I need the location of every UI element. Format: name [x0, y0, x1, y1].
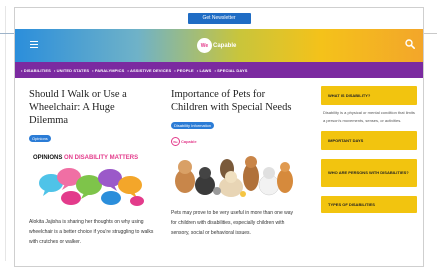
article-title[interactable]: Should I Walk or Use a Wheelchair: A Hug… — [29, 88, 154, 127]
website-frame: Get Newsletter We Capable • DISABILITIES… — [14, 7, 424, 267]
hamburger-menu-icon[interactable] — [30, 41, 38, 49]
article-card-wheelchair: Should I Walk or Use a Wheelchair: A Hug… — [29, 88, 154, 247]
sidebar-box-important-days[interactable]: IMPORTANT DAYS — [321, 131, 417, 150]
nav-item-assistive-devices[interactable]: • ASSISTIVE DEVICES — [127, 68, 171, 73]
category-tag-opinions[interactable]: Opinions — [29, 135, 51, 142]
background-page-edge — [5, 6, 6, 261]
nav-item-paralympics[interactable]: • PARALYMPICS — [92, 68, 124, 73]
nav-item-laws[interactable]: • LAWS — [197, 68, 212, 73]
opinions-banner-image[interactable]: OPINIONS ON DISABILITY MATTERS — [29, 151, 154, 213]
sidebar-box-who-are-persons-with-disabilities[interactable]: WHO ARE PERSONS WITH DISABILITIES? — [321, 159, 417, 187]
nav-item-people[interactable]: • PEOPLE — [174, 68, 194, 73]
site-header: We Capable — [15, 29, 423, 62]
nav-item-special-days[interactable]: • SPECIAL DAYS — [214, 68, 247, 73]
background-page-divider — [423, 33, 437, 34]
search-icon[interactable] — [405, 39, 415, 49]
article-excerpt: Alokita Jajisha is sharing her thoughts … — [29, 219, 154, 245]
logo-text: Capable — [181, 139, 197, 144]
article-title[interactable]: Importance of Pets for Children with Spe… — [171, 88, 299, 114]
browser-viewport: Get Newsletter We Capable • DISABILITIES… — [0, 0, 437, 267]
get-newsletter-button[interactable]: Get Newsletter — [187, 13, 251, 24]
logo-mark: We — [171, 137, 180, 146]
main-content: Should I Walk or Use a Wheelchair: A Hug… — [15, 78, 423, 266]
pets-photo[interactable] — [171, 147, 295, 199]
background-page-divider — [0, 33, 14, 34]
sidebar-box-what-is-disability[interactable]: WHAT IS DISABILITY? — [321, 86, 417, 105]
top-bar: Get Newsletter — [15, 8, 423, 29]
article-card-pets: Importance of Pets for Children with Spe… — [171, 88, 299, 238]
category-tag-disability-information[interactable]: Disability Information — [171, 122, 215, 129]
nav-item-united-states[interactable]: • UNITED STATES — [54, 68, 89, 73]
site-logo[interactable]: We Capable — [197, 38, 236, 53]
image-logo: We Capable — [171, 137, 299, 146]
main-nav: • DISABILITIES • UNITED STATES • PARALYM… — [15, 62, 423, 78]
nav-item-disabilities[interactable]: • DISABILITIES — [21, 68, 51, 73]
sidebar: WHAT IS DISABILITY? Disability is a phys… — [321, 86, 417, 213]
article-excerpt: Pets may prove to be very useful in more… — [171, 210, 294, 236]
sidebar-box-types-of-disabilities[interactable]: TYPES OF DISABILITIES — [321, 196, 417, 213]
sidebar-description: Disability is a physical or mental condi… — [323, 110, 415, 123]
speech-bubbles-illustration — [39, 168, 144, 206]
logo-text: Capable — [213, 42, 237, 49]
banner-title: OPINIONS ON DISABILITY MATTERS — [33, 155, 139, 161]
logo-mark: We — [197, 38, 212, 53]
